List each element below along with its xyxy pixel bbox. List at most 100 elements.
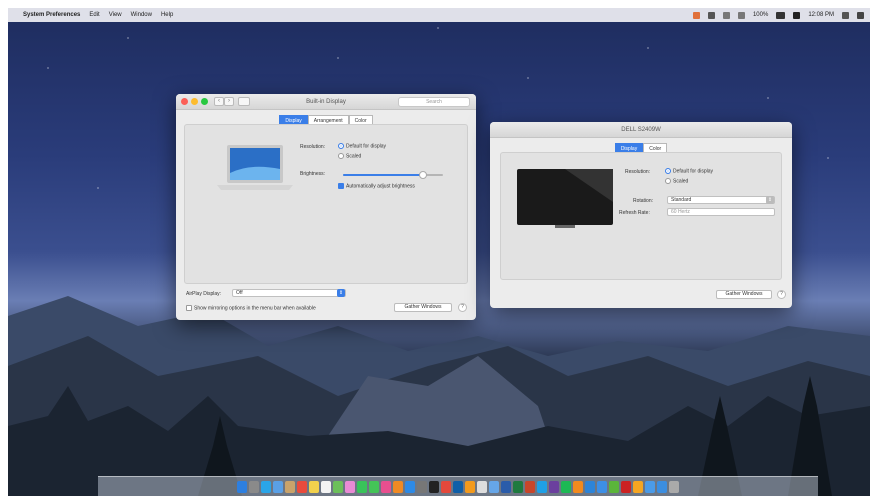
- powerpoint-icon[interactable]: [525, 480, 535, 493]
- chrome-icon[interactable]: [441, 480, 451, 493]
- auto-brightness-checkbox[interactable]: Automatically adjust brightness: [338, 183, 415, 189]
- gather-windows-button[interactable]: Gather Windows: [716, 290, 772, 299]
- wifi-icon[interactable]: [722, 11, 730, 19]
- menu-view[interactable]: View: [109, 12, 122, 18]
- radio-icon: [665, 178, 671, 184]
- menu-edit[interactable]: Edit: [89, 12, 99, 18]
- terminal-icon[interactable]: [429, 480, 439, 493]
- ibooks-icon[interactable]: [393, 480, 403, 493]
- gather-windows-button[interactable]: Gather Windows: [394, 303, 452, 312]
- brightness-fill: [343, 174, 423, 176]
- radio-selected-icon: [665, 168, 671, 174]
- airplay-label: AirPlay Display:: [186, 291, 222, 297]
- battery-icon[interactable]: [776, 11, 786, 19]
- status-app-icon[interactable]: [692, 11, 700, 19]
- rotation-label: Rotation:: [633, 198, 654, 204]
- refresh-rate-select[interactable]: 60 Hertz: [667, 208, 775, 216]
- vlc-icon[interactable]: [573, 480, 583, 493]
- menu-app-name[interactable]: System Preferences: [23, 12, 80, 18]
- battery-percentage[interactable]: 100%: [753, 12, 768, 18]
- window-title: DELL S2409W: [621, 126, 661, 133]
- facetime-icon[interactable]: [369, 480, 379, 493]
- checkbox-checked-icon: [338, 183, 344, 189]
- menu-help[interactable]: Help: [161, 12, 173, 18]
- photos-icon[interactable]: [345, 480, 355, 493]
- xcode-icon[interactable]: [585, 480, 595, 493]
- evernote-icon[interactable]: [609, 480, 619, 493]
- external-display-window: DELL S2409W Display Color Resolution: De…: [490, 122, 792, 308]
- launchpad-icon[interactable]: [249, 480, 259, 493]
- monitor-icon: [517, 169, 613, 228]
- forward-icon[interactable]: ›: [224, 97, 234, 106]
- radio-icon: [338, 153, 344, 159]
- clock[interactable]: 12:08 PM: [808, 12, 834, 18]
- photoshop-icon[interactable]: [453, 480, 463, 493]
- contacts-icon[interactable]: [285, 480, 295, 493]
- dropbox-icon[interactable]: [597, 480, 607, 493]
- brightness-slider[interactable]: [343, 171, 443, 179]
- slack-icon[interactable]: [549, 480, 559, 493]
- laptop-icon: [217, 145, 293, 190]
- zoom-icon[interactable]: [201, 98, 208, 105]
- brightness-knob[interactable]: [419, 171, 427, 179]
- titlebar: DELL S2409W: [490, 122, 792, 138]
- maps-icon[interactable]: [333, 480, 343, 493]
- back-icon[interactable]: ‹: [214, 97, 224, 106]
- status-time-machine-icon[interactable]: [707, 11, 715, 19]
- sketch-icon[interactable]: [633, 480, 643, 493]
- reminders-icon[interactable]: [321, 480, 331, 493]
- window-controls: [181, 98, 208, 105]
- rotation-select[interactable]: Standard ⇕: [667, 196, 775, 204]
- resolution-scaled-option[interactable]: Scaled: [338, 153, 361, 159]
- mail-icon[interactable]: [273, 480, 283, 493]
- desktop: System Preferences Edit View Window Help…: [8, 8, 870, 496]
- illustrator-icon[interactable]: [465, 480, 475, 493]
- builtin-display-window: ‹ › Built-in Display Search Display Arra…: [176, 94, 476, 320]
- messages-icon[interactable]: [357, 480, 367, 493]
- show-all-icon[interactable]: [238, 97, 250, 106]
- chevron-updown-icon: ⇕: [337, 289, 345, 297]
- radio-selected-icon: [338, 143, 344, 149]
- spotify-icon[interactable]: [561, 480, 571, 493]
- close-icon[interactable]: [181, 98, 188, 105]
- finder-icon[interactable]: [237, 480, 247, 493]
- downloads-icon[interactable]: [657, 480, 667, 493]
- spotlight-icon[interactable]: [842, 11, 849, 19]
- resolution-scaled-option[interactable]: Scaled: [665, 178, 688, 184]
- mirroring-checkbox[interactable]: Show mirroring options in the menu bar w…: [186, 305, 316, 311]
- minimize-icon[interactable]: [191, 98, 198, 105]
- preview-icon[interactable]: [489, 480, 499, 493]
- airplay-select[interactable]: Off ⇕: [232, 289, 346, 297]
- appstore-icon[interactable]: [405, 480, 415, 493]
- resolution-default-option[interactable]: Default for display: [338, 143, 386, 149]
- menu-window[interactable]: Window: [131, 12, 152, 18]
- volume-icon[interactable]: [737, 11, 745, 19]
- refresh-rate-label: Refresh Rate:: [619, 210, 650, 216]
- help-button[interactable]: ?: [777, 290, 786, 299]
- textedit-icon[interactable]: [477, 480, 487, 493]
- itunes-icon[interactable]: [381, 480, 391, 493]
- resolution-label: Resolution:: [300, 144, 326, 150]
- titlebar: ‹ › Built-in Display Search: [176, 94, 476, 110]
- search-input[interactable]: Search: [398, 97, 470, 107]
- chevron-updown-icon: ⇕: [766, 196, 774, 204]
- word-icon[interactable]: [501, 480, 511, 493]
- trash-icon[interactable]: [669, 480, 679, 493]
- system-preferences-icon[interactable]: [417, 480, 427, 493]
- excel-icon[interactable]: [513, 480, 523, 493]
- notes-icon[interactable]: [309, 480, 319, 493]
- folder-icon[interactable]: [645, 480, 655, 493]
- help-button[interactable]: ?: [458, 303, 467, 312]
- menu-bar: System Preferences Edit View Window Help…: [8, 8, 870, 22]
- calendar-icon[interactable]: [297, 480, 307, 493]
- notification-center-icon[interactable]: [857, 11, 864, 19]
- safari-icon[interactable]: [261, 480, 271, 493]
- resolution-label: Resolution:: [625, 169, 651, 175]
- resolution-default-option[interactable]: Default for display: [665, 168, 713, 174]
- checkbox-icon: [186, 305, 192, 311]
- filezilla-icon[interactable]: [621, 480, 631, 493]
- skype-icon[interactable]: [537, 480, 547, 493]
- user-icon[interactable]: [793, 11, 801, 19]
- display-panel: Resolution: Default for display Scaled R…: [500, 152, 782, 280]
- display-panel: Resolution: Default for display Scaled B…: [184, 124, 468, 284]
